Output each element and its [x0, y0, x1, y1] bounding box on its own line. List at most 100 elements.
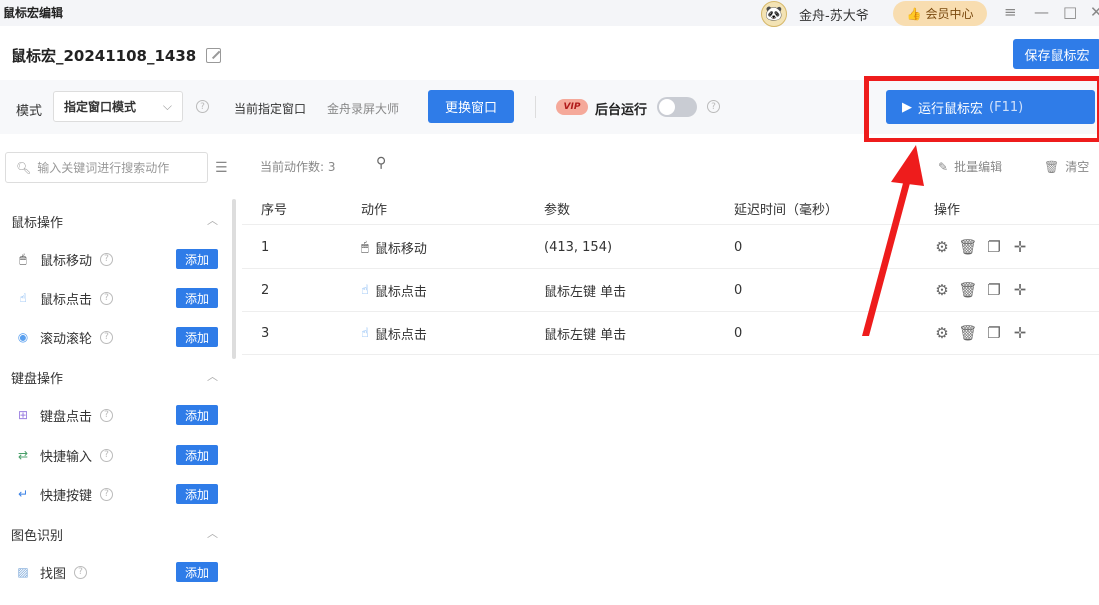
settings-icon[interactable]: ⚙ [934, 281, 950, 299]
mode-label: 模式 [16, 104, 43, 119]
settings-icon[interactable]: ⚙ [934, 238, 950, 256]
row-param: 鼠标左键 单击 [544, 284, 627, 300]
vip-center-button[interactable]: 👍 会员中心 [893, 1, 987, 26]
sidebar-item-label: 鼠标点击 [40, 292, 93, 308]
group-title: 键盘操作 [11, 372, 64, 387]
group-image-recognition[interactable]: 图色识别 ︿ [11, 525, 218, 544]
group-mouse-ops[interactable]: 鼠标操作 ︿ [11, 212, 218, 231]
sidebar-item-hotkey: ↵ 快捷按键 ? 添加 [16, 483, 218, 505]
macro-name: 鼠标宏_20241108_1438 [11, 47, 197, 65]
add-button[interactable]: 添加 [176, 405, 218, 425]
current-window-label: 当前指定窗口 [234, 102, 307, 116]
col-header: 操作 [934, 203, 961, 218]
row-delay: 0 [734, 239, 743, 255]
thumb-icon: 👍 [906, 6, 922, 21]
copy-icon[interactable]: ❐ [986, 324, 1002, 342]
mouse-icon: 🖱 [19, 251, 27, 266]
batch-edit-button[interactable]: ✎ 批量编辑 [938, 158, 1002, 175]
copy-icon[interactable]: ❐ [986, 281, 1002, 299]
change-window-button[interactable]: 更换窗口 [428, 90, 514, 123]
chevron-up-icon: ︿ [207, 214, 218, 227]
help-icon[interactable]: ? [707, 100, 720, 113]
add-button[interactable]: 添加 [176, 445, 218, 465]
settings-icon[interactable]: ⚙ [934, 324, 950, 342]
save-macro-button[interactable]: 保存鼠标宏 [1013, 39, 1099, 69]
sidebar-item-label: 快捷输入 [40, 449, 93, 465]
chevron-down-icon: ⌵ [162, 99, 172, 113]
action-search-input[interactable]: 🔍︎ 输入关键词进行搜索动作 [5, 152, 208, 183]
scrollbar[interactable] [232, 199, 236, 359]
add-button[interactable]: 添加 [176, 562, 218, 582]
help-icon[interactable]: ? [196, 100, 209, 113]
current-window-value: 金舟录屏大师 [327, 102, 400, 116]
group-title: 图色识别 [11, 529, 64, 544]
action-count: 当前动作数: 3 [260, 160, 336, 174]
move-icon[interactable]: ✛ [1012, 281, 1028, 299]
trash-icon[interactable]: 🗑 [958, 281, 977, 299]
row-param: 鼠标左键 单击 [544, 327, 627, 343]
help-icon[interactable]: ? [100, 408, 114, 422]
table-header: 序号 动作 参数 延迟时间（毫秒） 操作 [242, 193, 1099, 225]
group-keyboard-ops[interactable]: 键盘操作 ︿ [11, 368, 218, 387]
sidebar-item-mouse-move: 🖱 鼠标移动 ? 添加 [16, 248, 218, 270]
mouse-icon: 🖱 [361, 239, 369, 255]
annotation-highlight-box [864, 76, 1099, 143]
table-row[interactable]: 1 🖱 鼠标移动 (413, 154) 0 ⚙ 🗑 ❐ ✛ [242, 226, 1099, 269]
pointer-icon: ☝ [361, 325, 369, 341]
clear-label: 清空 [1065, 160, 1090, 174]
add-button[interactable]: 添加 [176, 327, 218, 347]
col-header: 参数 [544, 203, 571, 218]
row-action: ☝ 鼠标点击 [361, 269, 427, 311]
row-delay: 0 [734, 325, 743, 341]
sidebar-item-label: 滚动滚轮 [40, 331, 93, 347]
table-row[interactable]: 3 ☝ 鼠标点击 鼠标左键 单击 0 ⚙ 🗑 ❐ ✛ [242, 312, 1099, 355]
help-icon[interactable]: ? [100, 252, 114, 266]
mode-select[interactable]: 指定窗口模式 ⌵ [53, 91, 183, 122]
row-ops: ⚙ 🗑 ❐ ✛ [934, 226, 1028, 268]
add-button[interactable]: 添加 [176, 288, 218, 308]
action-label: 鼠标移动 [374, 241, 427, 257]
sidebar-item-quick-input: ⇄ 快捷输入 ? 添加 [16, 444, 218, 466]
trash-icon[interactable]: 🗑 [958, 238, 977, 256]
help-icon[interactable]: ? [74, 565, 88, 579]
divider [535, 96, 536, 118]
scroll-icon: ◉ [17, 330, 29, 344]
sidebar-item-label: 键盘点击 [40, 409, 93, 425]
add-button[interactable]: 添加 [176, 484, 218, 504]
row-ops: ⚙ 🗑 ❐ ✛ [934, 269, 1028, 311]
close-icon[interactable]: ✕ [1090, 3, 1099, 21]
sidebar-item-find-image: ▨ 找图 ? 添加 [16, 561, 218, 583]
vip-badge: VIP [556, 99, 588, 115]
help-icon[interactable]: ? [100, 487, 114, 501]
avatar[interactable]: 🐼 [761, 1, 787, 27]
clear-button[interactable]: 🗑 清空 [1044, 158, 1089, 175]
table-row[interactable]: 2 ☝ 鼠标点击 鼠标左键 单击 0 ⚙ 🗑 ❐ ✛ [242, 269, 1099, 312]
menu-icon[interactable]: ≡ [1004, 3, 1017, 21]
user-profile[interactable]: 🐼 金舟-苏大爷 [761, 1, 869, 27]
add-button[interactable]: 添加 [176, 249, 218, 269]
search-icon: 🔍︎ [16, 160, 32, 175]
action-list-panel: 当前动作数: 3 ⚲ ✎ 批量编辑 🗑 清空 序号 动作 参数 延迟时间（毫秒）… [242, 142, 1099, 605]
title-bar: 鼠标宏编辑 🐼 金舟-苏大爷 👍 会员中心 ≡ — □ ✕ [0, 0, 1099, 27]
action-label: 鼠标点击 [374, 327, 427, 343]
move-icon[interactable]: ✛ [1012, 324, 1028, 342]
help-icon[interactable]: ? [100, 448, 114, 462]
background-run-toggle[interactable] [657, 97, 697, 117]
collapse-icon[interactable]: ☰ [215, 160, 228, 176]
enter-key-icon: ↵ [17, 487, 29, 501]
row-delay: 0 [734, 282, 743, 298]
search-icon[interactable]: ⚲ [376, 155, 386, 171]
trash-icon[interactable]: 🗑 [958, 324, 977, 342]
col-header: 序号 [261, 203, 288, 218]
copy-icon[interactable]: ❐ [986, 238, 1002, 256]
row-index: 1 [261, 239, 270, 255]
edit-icon[interactable] [206, 48, 222, 63]
sidebar-item-label: 找图 [40, 566, 67, 582]
help-icon[interactable]: ? [100, 330, 114, 344]
batch-edit-label: 批量编辑 [954, 160, 1003, 174]
help-icon[interactable]: ? [100, 291, 114, 305]
sidebar-item-scroll-wheel: ◉ 滚动滚轮 ? 添加 [16, 326, 218, 348]
minimize-icon[interactable]: — [1034, 3, 1049, 21]
maximize-icon[interactable]: □ [1063, 3, 1077, 21]
move-icon[interactable]: ✛ [1012, 238, 1028, 256]
